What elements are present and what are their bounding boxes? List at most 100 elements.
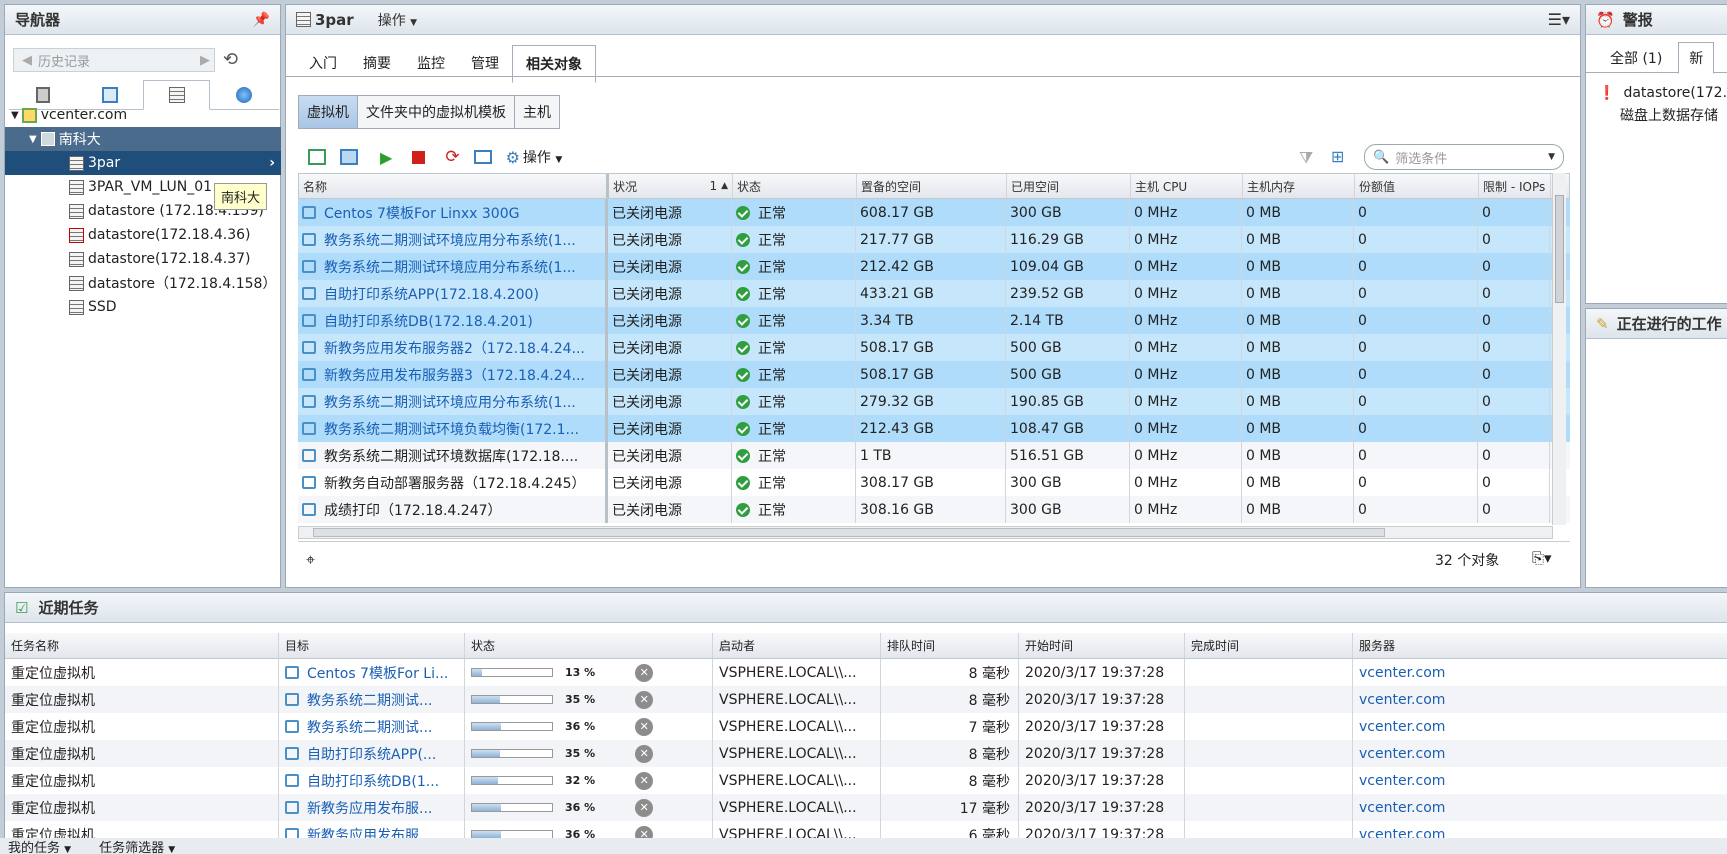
- tab-getting-started[interactable]: 入门: [296, 45, 350, 83]
- back-arrow-icon[interactable]: ◀: [22, 53, 32, 68]
- subtab-vms[interactable]: 虚拟机: [299, 96, 358, 128]
- vm-name-cell[interactable]: 教务系统二期测试环境应用分布系统(1...: [298, 388, 608, 415]
- task-filter-menu[interactable]: 任务筛选器 ▼: [99, 837, 175, 854]
- toolbar-actions-menu[interactable]: 操作 ▼: [523, 147, 562, 167]
- col-provisioned[interactable]: 置备的空间: [857, 174, 1007, 198]
- col-condition[interactable]: 状况 1 ▲: [609, 174, 733, 198]
- object-actions-menu[interactable]: 操作 ▼: [378, 10, 417, 30]
- vm-name[interactable]: 教务系统二期测试环境应用分布系统(1...: [324, 230, 576, 250]
- table-row[interactable]: 重定位虚拟机 自助打印系统DB(1... 32 % ✕ VSPHERE.LOCAL\\.…: [5, 767, 1727, 794]
- server-link[interactable]: vcenter.com: [1359, 746, 1445, 762]
- task-target[interactable]: 教务系统二期测试...: [307, 690, 432, 710]
- server-cell[interactable]: vcenter.com: [1353, 713, 1727, 740]
- table-row[interactable]: 新教务自动部署服务器（172.18.4.245） 已关闭电源 正常 308.17 GB…: [298, 469, 1570, 496]
- export-icon[interactable]: ⊞: [1331, 147, 1344, 166]
- table-row[interactable]: 重定位虚拟机 新教务应用发布服... 36 % ✕ VSPHERE.LOCAL\\...…: [5, 794, 1727, 821]
- col-used[interactable]: 已用空间: [1007, 174, 1131, 198]
- cancel-task-icon[interactable]: ✕: [635, 771, 654, 790]
- vertical-scroll-thumb[interactable]: [1555, 195, 1564, 303]
- col-task-name[interactable]: 任务名称: [5, 633, 279, 658]
- expand-icon[interactable]: ▼: [11, 110, 19, 121]
- server-link[interactable]: vcenter.com: [1359, 692, 1445, 708]
- col-shares[interactable]: 份额值: [1355, 174, 1479, 198]
- binoculars-icon[interactable]: ⌖: [306, 550, 315, 570]
- tab-networking[interactable]: [210, 80, 277, 110]
- col-start-time[interactable]: 开始时间: [1019, 633, 1185, 658]
- vertical-scrollbar[interactable]: [1552, 173, 1566, 525]
- task-target[interactable]: 自助打印系统APP(...: [307, 744, 436, 764]
- task-target-cell[interactable]: 新教务应用发布服...: [279, 794, 465, 821]
- tab-manage[interactable]: 管理: [458, 45, 512, 83]
- task-target[interactable]: 新教务应用发布服...: [307, 798, 432, 818]
- col-host-mem[interactable]: 主机内存: [1243, 174, 1355, 198]
- subtab-vm-templates[interactable]: 文件夹中的虚拟机模板: [358, 96, 515, 128]
- server-link[interactable]: vcenter.com: [1359, 665, 1445, 681]
- task-target[interactable]: Centos 7模板For Li...: [307, 663, 448, 683]
- forward-arrow-icon[interactable]: ▶: [200, 53, 210, 68]
- vm-name-cell[interactable]: Centos 7模板For Linxx 300G: [298, 199, 608, 226]
- server-cell[interactable]: vcenter.com: [1353, 794, 1727, 821]
- server-cell[interactable]: vcenter.com: [1353, 740, 1727, 767]
- vm-name-cell[interactable]: 新教务自动部署服务器（172.18.4.245）: [298, 469, 608, 496]
- chevron-right-icon[interactable]: ›: [269, 155, 275, 171]
- tree-datastore-37[interactable]: datastore(172.18.4.37): [69, 247, 250, 271]
- vm-name[interactable]: 教务系统二期测试环境数据库(172.18....: [324, 446, 578, 466]
- tab-all-alarms[interactable]: 全部 (1): [1586, 42, 1672, 74]
- tree-vcenter[interactable]: ▼ vcenter.com: [11, 103, 127, 127]
- table-row[interactable]: 自助打印系统APP(172.18.4.200) 已关闭电源 正常 433.21 GB 2…: [298, 280, 1570, 307]
- tab-related-objects[interactable]: 相关对象: [512, 45, 596, 83]
- history-field[interactable]: ◀ 历史记录 ▶: [13, 48, 215, 72]
- vm-name-cell[interactable]: 自助打印系统DB(172.18.4.201): [298, 307, 608, 334]
- pin-icon[interactable]: 📌: [253, 12, 270, 28]
- vm-name[interactable]: 教务系统二期测试环境应用分布系统(1...: [324, 392, 576, 412]
- tree-datastore-36[interactable]: datastore(172.18.4.36): [69, 223, 250, 247]
- table-row[interactable]: 新教务应用发布服务器3（172.18.4.24... 已关闭电源 正常 508.17 …: [298, 361, 1570, 388]
- table-row[interactable]: Centos 7模板For Linxx 300G 已关闭电源 正常 608.17 GB…: [298, 199, 1570, 226]
- history-icon[interactable]: ⟲: [223, 49, 238, 70]
- table-row[interactable]: 重定位虚拟机 自助打印系统APP(... 35 % ✕ VSPHERE.LOCAL\\.…: [5, 740, 1727, 767]
- tab-storage[interactable]: [143, 80, 210, 110]
- col-initiator[interactable]: 启动者: [713, 633, 881, 658]
- col-target[interactable]: 目标: [279, 633, 465, 658]
- cancel-task-icon[interactable]: ✕: [635, 717, 654, 736]
- caret-down-icon[interactable]: ▼: [1548, 152, 1555, 162]
- server-cell[interactable]: vcenter.com: [1353, 767, 1727, 794]
- cancel-task-icon[interactable]: ✕: [635, 663, 654, 682]
- vm-name[interactable]: Centos 7模板For Linxx 300G: [324, 203, 519, 223]
- vm-name-cell[interactable]: 教务系统二期测试环境负载均衡(172.1...: [298, 415, 608, 442]
- server-cell[interactable]: vcenter.com: [1353, 659, 1727, 686]
- col-status[interactable]: 状态: [733, 174, 857, 198]
- tree-datacenter[interactable]: ▼ 南科大: [5, 127, 281, 151]
- tab-new-alarms[interactable]: 新: [1678, 41, 1715, 74]
- table-row[interactable]: 新教务应用发布服务器2（172.18.4.24... 已关闭电源 正常 508.17 …: [298, 334, 1570, 361]
- deploy-template-icon[interactable]: [340, 149, 358, 165]
- export-list-icon[interactable]: ⎘▾: [1532, 549, 1552, 567]
- vm-name[interactable]: 自助打印系统APP(172.18.4.200): [324, 284, 539, 304]
- vm-name[interactable]: 成绩打印（172.18.4.247）: [324, 500, 502, 520]
- tree-ssd[interactable]: SSD: [69, 295, 117, 319]
- filter-input[interactable]: 🔍 筛选条件 ▼: [1364, 144, 1564, 170]
- migrate-icon[interactable]: [473, 150, 492, 164]
- horizontal-scroll-thumb[interactable]: [313, 528, 1385, 537]
- tree-3par[interactable]: 3par ›: [5, 151, 281, 175]
- table-row[interactable]: 教务系统二期测试环境数据库(172.18.... 已关闭电源 正常 1 TB 516.5…: [298, 442, 1570, 469]
- vm-name[interactable]: 自助打印系统DB(172.18.4.201): [324, 311, 533, 331]
- vm-name-cell[interactable]: 教务系统二期测试环境应用分布系统(1...: [298, 226, 608, 253]
- horizontal-scrollbar[interactable]: [298, 526, 1553, 539]
- task-target-cell[interactable]: 教务系统二期测试...: [279, 686, 465, 713]
- tab-monitor[interactable]: 监控: [404, 45, 458, 83]
- task-target-cell[interactable]: 自助打印系统DB(1...: [279, 767, 465, 794]
- task-target-cell[interactable]: 教务系统二期测试...: [279, 713, 465, 740]
- vm-name[interactable]: 新教务应用发布服务器2（172.18.4.24...: [324, 338, 585, 358]
- restart-icon[interactable]: ⟳: [445, 147, 459, 167]
- server-link[interactable]: vcenter.com: [1359, 800, 1445, 816]
- table-row[interactable]: 重定位虚拟机 教务系统二期测试... 35 % ✕ VSPHERE.LOCAL\\...…: [5, 686, 1727, 713]
- col-limit-iops[interactable]: 限制 - IOPs: [1479, 174, 1551, 198]
- col-end-time[interactable]: 完成时间: [1185, 633, 1353, 658]
- cancel-task-icon[interactable]: ✕: [635, 744, 654, 763]
- menu-icon[interactable]: ☰▾: [1548, 10, 1570, 29]
- power-on-icon[interactable]: ▶: [380, 148, 392, 167]
- col-name[interactable]: 名称: [299, 174, 609, 198]
- vm-name[interactable]: 教务系统二期测试环境负载均衡(172.1...: [324, 419, 579, 439]
- vm-name-cell[interactable]: 教务系统二期测试环境应用分布系统(1...: [298, 253, 608, 280]
